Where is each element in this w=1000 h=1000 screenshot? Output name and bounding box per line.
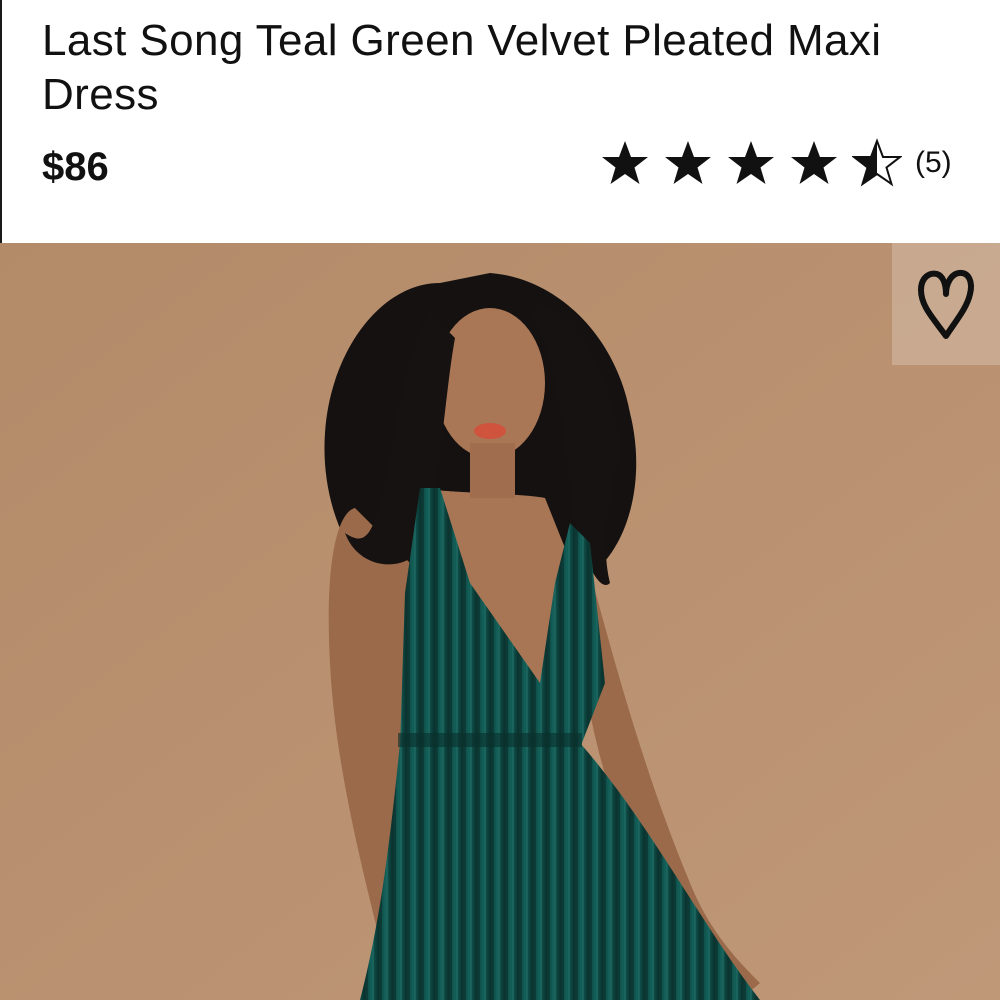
star-icon [726, 138, 776, 188]
rating[interactable]: (5) [600, 138, 952, 188]
heart-icon [918, 269, 974, 339]
star-icon [600, 138, 650, 188]
half-star-icon [852, 138, 902, 188]
star-icon [789, 138, 839, 188]
product-title: Last Song Teal Green Velvet Pleated Maxi… [42, 16, 882, 119]
wishlist-button[interactable] [892, 243, 1000, 365]
model-photo [0, 243, 1000, 1000]
review-count[interactable]: (5) [915, 138, 952, 188]
product-price: $86 [42, 145, 109, 189]
star-icon [663, 138, 713, 188]
product-header: Last Song Teal Green Velvet Pleated Maxi… [0, 0, 1000, 243]
product-image [0, 243, 1000, 1000]
divider [0, 0, 2, 243]
